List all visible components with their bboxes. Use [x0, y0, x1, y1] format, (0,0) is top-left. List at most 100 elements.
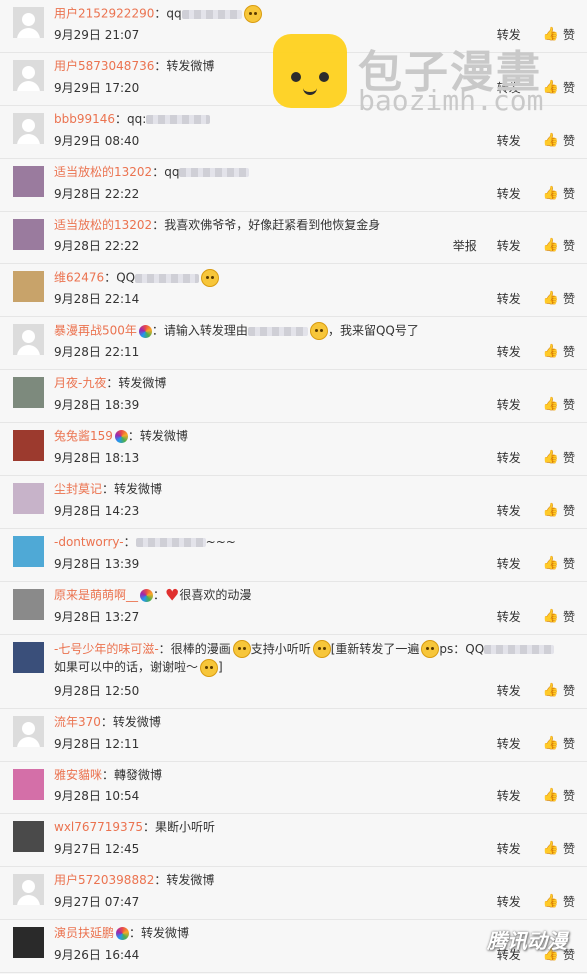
avatar[interactable]: [13, 927, 44, 959]
avatar[interactable]: [13, 874, 44, 906]
username-link[interactable]: 适当放松的13202: [54, 165, 152, 179]
badge-icon: [138, 324, 152, 338]
comment-time: 9月28日 14:23: [54, 503, 140, 518]
redacted-text: [247, 326, 308, 336]
avatar[interactable]: [13, 768, 44, 800]
avatar[interactable]: [13, 7, 44, 38]
like-button[interactable]: 👍 赞: [543, 608, 575, 625]
like-button[interactable]: 👍 赞: [543, 682, 575, 699]
avatar[interactable]: [13, 112, 44, 144]
repost-button[interactable]: 转发: [497, 185, 521, 202]
username-link[interactable]: 用户5873048736: [54, 59, 154, 73]
repost-button[interactable]: 转发: [497, 555, 521, 572]
repost-button[interactable]: 转发: [497, 893, 521, 910]
username-link[interactable]: 演员扶延鹏: [54, 926, 114, 940]
username-link[interactable]: 雅安貓咪: [54, 768, 102, 782]
like-button[interactable]: 👍 赞: [543, 502, 575, 519]
repost-button[interactable]: 转发: [497, 735, 521, 752]
avatar[interactable]: [13, 588, 44, 620]
comment-time: 9月28日 12:11: [54, 736, 140, 751]
avatar[interactable]: [13, 218, 44, 250]
repost-button[interactable]: 转发: [497, 290, 521, 307]
comment-text: 暴漫再战500年 ：请输入转发理由 ，我来留QQ号了: [54, 322, 567, 341]
redacted-text: [181, 9, 242, 19]
watermark-logo-icon: [273, 34, 347, 108]
repost-button[interactable]: 转发: [497, 502, 521, 519]
like-button[interactable]: 👍 赞: [543, 237, 575, 254]
comment-actions: 转发 👍 赞: [497, 608, 575, 625]
comment-row: -七号少年的味可滋-：很棒的漫画 支持小听听 [重新转发了一遍 ps：QQ 如果可以中的…: [0, 635, 587, 709]
like-button[interactable]: 👍 赞: [543, 26, 575, 43]
repost-button[interactable]: 转发: [497, 840, 521, 857]
comment-content: 转发微博: [141, 926, 190, 941]
separator: ：: [158, 641, 171, 656]
avatar[interactable]: [13, 377, 44, 409]
repost-button[interactable]: 转发: [497, 449, 521, 466]
avatar[interactable]: [13, 535, 44, 567]
comment-content: 转发微博: [118, 376, 167, 391]
comment-actions: 转发 👍 赞: [497, 343, 575, 360]
repost-button[interactable]: 转发: [497, 343, 521, 360]
username-link[interactable]: -七号少年的味可滋-: [54, 642, 159, 656]
avatar[interactable]: [13, 59, 44, 91]
like-button[interactable]: 👍 赞: [543, 893, 575, 910]
username-link[interactable]: 月夜-九夜: [54, 376, 106, 390]
repost-button[interactable]: 转发: [497, 608, 521, 625]
like-button[interactable]: 👍 赞: [543, 185, 575, 202]
report-button[interactable]: 举报: [453, 237, 477, 254]
username-link[interactable]: 适当放松的13202: [54, 218, 152, 232]
like-button[interactable]: 👍 赞: [543, 132, 575, 149]
comment-row: 原来是萌萌啊__ ：♥很喜欢的动漫 9月28日 13:27 转发 👍 赞: [0, 582, 587, 635]
comment-text: 用户5720398882：转发微博: [54, 872, 567, 888]
emoji-icon: [200, 658, 219, 677]
like-button[interactable]: 👍 赞: [543, 735, 575, 752]
like-button[interactable]: 👍 赞: [543, 840, 575, 857]
username-link[interactable]: 用户5720398882: [54, 873, 154, 887]
repost-button[interactable]: 转发: [497, 396, 521, 413]
avatar[interactable]: [13, 483, 44, 515]
like-button[interactable]: 👍 赞: [543, 343, 575, 360]
repost-button[interactable]: 转发: [497, 682, 521, 699]
like-button[interactable]: 👍 赞: [543, 290, 575, 307]
like-label: 赞: [562, 186, 575, 201]
like-button[interactable]: 👍 赞: [543, 449, 575, 466]
avatar[interactable]: [13, 271, 44, 303]
comment-content: qq: [164, 164, 180, 179]
comment-time: 9月29日 17:20: [54, 80, 140, 95]
avatar[interactable]: [13, 715, 44, 747]
username-link[interactable]: 原来是萌萌啊__: [54, 588, 138, 602]
username-link[interactable]: 维62476: [54, 271, 104, 285]
comment-content: 如果可以中的话，谢谢啦～: [54, 660, 199, 675]
like-label: 赞: [562, 683, 575, 698]
like-label: 赞: [562, 609, 575, 624]
username-link[interactable]: 用户2152922290: [54, 7, 154, 21]
avatar[interactable]: [13, 641, 44, 673]
username-link[interactable]: wxl767719375: [54, 820, 143, 834]
username-link[interactable]: 兔兔酱159: [54, 429, 113, 443]
avatar[interactable]: [13, 821, 44, 853]
comment-row: 维62476：QQ 9月28日 22:14 转发 👍 赞: [0, 264, 587, 318]
repost-button[interactable]: 转发: [497, 237, 521, 254]
separator: ：: [152, 164, 165, 179]
repost-button[interactable]: 转发: [497, 132, 521, 149]
username-link[interactable]: 暴漫再战500年: [54, 324, 137, 338]
repost-button[interactable]: 转发: [497, 787, 521, 804]
avatar[interactable]: [13, 430, 44, 462]
like-label: 赞: [562, 789, 575, 804]
thumbs-up-icon: 👍: [542, 185, 559, 201]
comment-time: 9月28日 22:22: [54, 239, 140, 254]
like-button[interactable]: 👍 赞: [543, 555, 575, 572]
comment-actions: 转发 👍 赞: [497, 893, 575, 910]
like-button[interactable]: 👍 赞: [543, 79, 575, 96]
username-link[interactable]: bbb99146: [54, 112, 115, 126]
comment-time: 9月28日 22:14: [54, 292, 140, 307]
username-link[interactable]: -dontworry-: [54, 535, 124, 549]
comment-actions: 转发 👍 赞: [497, 840, 575, 857]
username-link[interactable]: 流年370: [54, 715, 101, 729]
comment-time: 9月29日 08:40: [54, 133, 140, 148]
username-link[interactable]: 尘封莫记: [54, 482, 102, 496]
like-button[interactable]: 👍 赞: [543, 787, 575, 804]
like-button[interactable]: 👍 赞: [543, 396, 575, 413]
avatar[interactable]: [13, 165, 44, 197]
avatar[interactable]: [13, 324, 44, 356]
